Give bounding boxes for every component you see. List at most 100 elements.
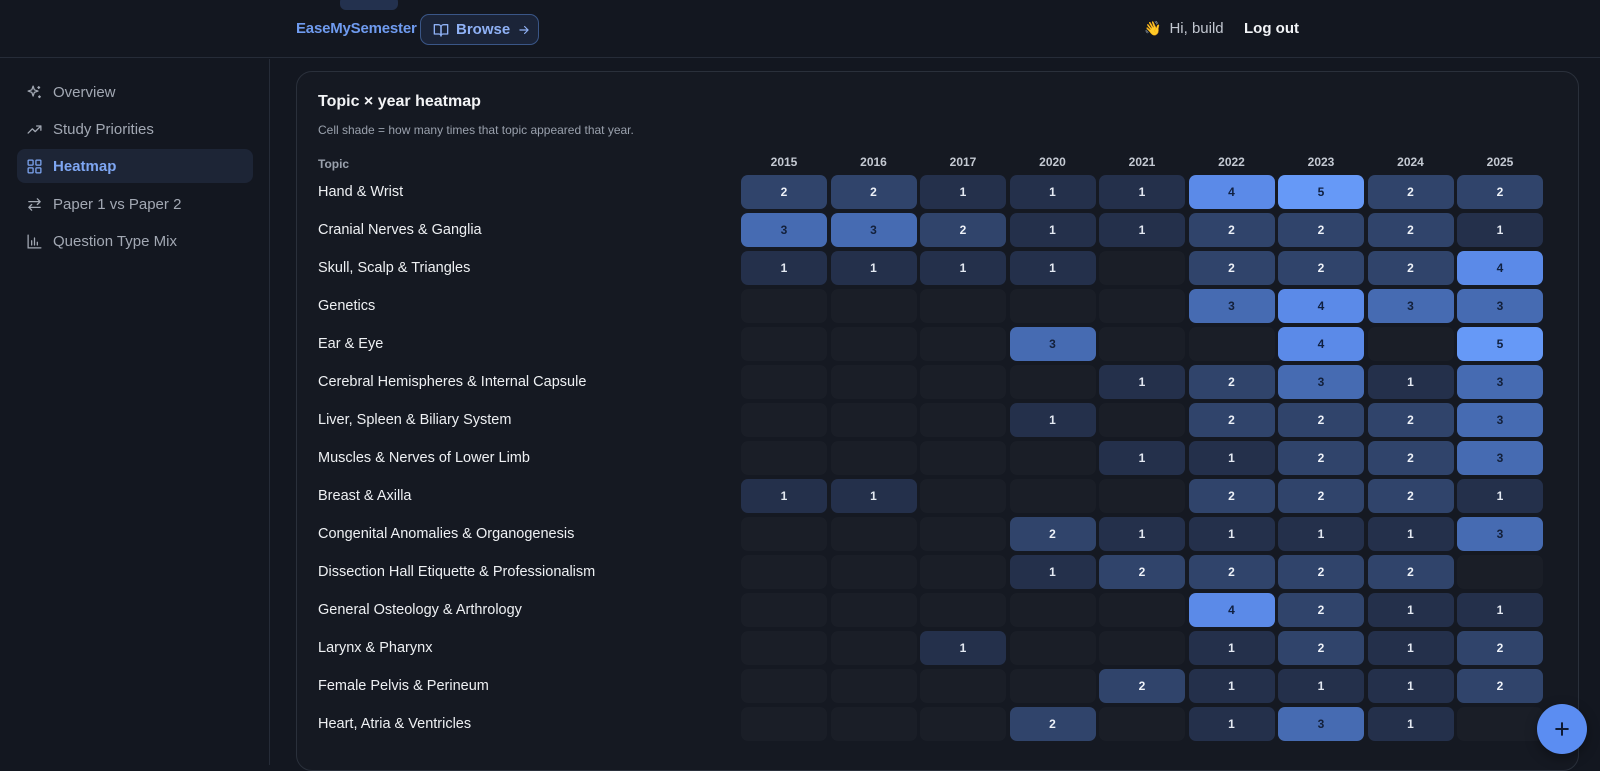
heatmap-cell[interactable]: 1 <box>1457 213 1543 247</box>
heatmap-cell[interactable]: 3 <box>1457 289 1543 323</box>
heatmap-cell[interactable]: 4 <box>1457 251 1543 285</box>
heatmap-cell[interactable]: 2 <box>1188 403 1275 437</box>
heatmap-cell[interactable] <box>1188 327 1275 361</box>
heatmap-cell[interactable]: 3 <box>1457 365 1543 399</box>
heatmap-cell[interactable]: 1 <box>1278 517 1364 551</box>
heatmap-cell[interactable]: 3 <box>741 213 827 247</box>
heatmap-cell[interactable] <box>920 327 1006 361</box>
heatmap-cell[interactable]: 3 <box>1457 441 1543 475</box>
heatmap-cell[interactable]: 1 <box>830 479 917 513</box>
heatmap-cell[interactable] <box>830 517 917 551</box>
heatmap-cell[interactable] <box>920 593 1006 627</box>
heatmap-cell[interactable]: 2 <box>741 175 827 209</box>
heatmap-cell[interactable] <box>830 441 917 475</box>
heatmap-cell[interactable] <box>920 365 1006 399</box>
heatmap-cell[interactable] <box>1099 327 1185 361</box>
heatmap-cell[interactable]: 2 <box>1278 593 1364 627</box>
heatmap-cell[interactable]: 1 <box>1367 365 1454 399</box>
heatmap-cell[interactable]: 2 <box>1278 441 1364 475</box>
heatmap-cell[interactable] <box>920 289 1006 323</box>
heatmap-cell[interactable]: 2 <box>1367 251 1454 285</box>
heatmap-cell[interactable]: 3 <box>1278 365 1364 399</box>
sidebar-item-overview[interactable]: Overview <box>17 75 253 109</box>
sidebar-item-heatmap[interactable]: Heatmap <box>17 149 253 183</box>
heatmap-cell[interactable]: 2 <box>830 175 917 209</box>
heatmap-cell[interactable] <box>1099 631 1185 665</box>
heatmap-cell[interactable] <box>920 669 1006 703</box>
heatmap-cell[interactable] <box>1009 593 1096 627</box>
heatmap-cell[interactable] <box>830 555 917 589</box>
heatmap-cell[interactable]: 2 <box>1367 213 1454 247</box>
heatmap-cell[interactable]: 3 <box>1278 707 1364 741</box>
heatmap-cell[interactable] <box>1099 707 1185 741</box>
heatmap-cell[interactable] <box>741 441 827 475</box>
heatmap-cell[interactable]: 3 <box>1009 327 1096 361</box>
heatmap-cell[interactable]: 1 <box>1367 707 1454 741</box>
heatmap-cell[interactable]: 2 <box>1367 175 1454 209</box>
heatmap-cell[interactable]: 2 <box>1099 555 1185 589</box>
heatmap-cell[interactable]: 1 <box>1188 631 1275 665</box>
heatmap-cell[interactable]: 1 <box>1367 669 1454 703</box>
heatmap-cell[interactable]: 1 <box>1188 441 1275 475</box>
heatmap-cell[interactable]: 2 <box>1188 213 1275 247</box>
heatmap-cell[interactable]: 1 <box>1278 669 1364 703</box>
heatmap-cell[interactable] <box>1009 669 1096 703</box>
heatmap-cell[interactable]: 2 <box>1278 403 1364 437</box>
heatmap-cell[interactable] <box>741 517 827 551</box>
sidebar-item-paper-compare[interactable]: Paper 1 vs Paper 2 <box>17 187 253 221</box>
heatmap-cell[interactable] <box>920 479 1006 513</box>
heatmap-cell[interactable] <box>830 669 917 703</box>
heatmap-cell[interactable] <box>1099 593 1185 627</box>
heatmap-cell[interactable] <box>741 555 827 589</box>
heatmap-cell[interactable]: 1 <box>920 631 1006 665</box>
heatmap-cell[interactable]: 2 <box>1367 479 1454 513</box>
heatmap-cell[interactable]: 1 <box>1009 213 1096 247</box>
heatmap-cell[interactable]: 1 <box>1099 441 1185 475</box>
heatmap-cell[interactable] <box>920 403 1006 437</box>
heatmap-cell[interactable]: 2 <box>1009 707 1096 741</box>
heatmap-cell[interactable] <box>741 289 827 323</box>
heatmap-cell[interactable]: 2 <box>1457 669 1543 703</box>
heatmap-cell[interactable]: 1 <box>1009 251 1096 285</box>
heatmap-cell[interactable] <box>1457 555 1543 589</box>
heatmap-cell[interactable]: 1 <box>741 479 827 513</box>
heatmap-cell[interactable]: 1 <box>1009 403 1096 437</box>
heatmap-cell[interactable] <box>1367 327 1454 361</box>
heatmap-cell[interactable]: 1 <box>1367 631 1454 665</box>
heatmap-cell[interactable]: 1 <box>1367 517 1454 551</box>
sidebar-item-question-type-mix[interactable]: Question Type Mix <box>17 224 253 258</box>
heatmap-cell[interactable]: 3 <box>830 213 917 247</box>
heatmap-cell[interactable] <box>830 289 917 323</box>
heatmap-cell[interactable]: 4 <box>1278 289 1364 323</box>
heatmap-cell[interactable]: 2 <box>1188 365 1275 399</box>
heatmap-cell[interactable]: 1 <box>920 175 1006 209</box>
heatmap-cell[interactable]: 3 <box>1367 289 1454 323</box>
heatmap-cell[interactable] <box>741 707 827 741</box>
heatmap-cell[interactable] <box>1009 441 1096 475</box>
heatmap-cell[interactable]: 2 <box>1009 517 1096 551</box>
heatmap-cell[interactable]: 1 <box>1188 707 1275 741</box>
heatmap-cell[interactable]: 2 <box>1278 631 1364 665</box>
heatmap-cell[interactable]: 5 <box>1278 175 1364 209</box>
heatmap-cell[interactable]: 1 <box>1099 365 1185 399</box>
heatmap-cell[interactable]: 2 <box>1457 631 1543 665</box>
heatmap-cell[interactable]: 2 <box>1188 251 1275 285</box>
heatmap-cell[interactable]: 2 <box>1367 555 1454 589</box>
heatmap-cell[interactable]: 1 <box>1457 593 1543 627</box>
heatmap-cell[interactable] <box>830 707 917 741</box>
heatmap-cell[interactable]: 1 <box>920 251 1006 285</box>
heatmap-cell[interactable] <box>830 631 917 665</box>
heatmap-cell[interactable] <box>741 403 827 437</box>
heatmap-cell[interactable] <box>830 365 917 399</box>
heatmap-cell[interactable] <box>741 631 827 665</box>
heatmap-cell[interactable] <box>741 365 827 399</box>
heatmap-cell[interactable]: 4 <box>1188 593 1275 627</box>
heatmap-cell[interactable] <box>920 517 1006 551</box>
heatmap-cell[interactable]: 2 <box>1278 213 1364 247</box>
heatmap-cell[interactable] <box>1009 365 1096 399</box>
heatmap-cell[interactable]: 2 <box>1099 669 1185 703</box>
heatmap-cell[interactable] <box>741 593 827 627</box>
heatmap-cell[interactable] <box>1009 631 1096 665</box>
heatmap-cell[interactable]: 4 <box>1278 327 1364 361</box>
heatmap-cell[interactable]: 1 <box>1188 669 1275 703</box>
